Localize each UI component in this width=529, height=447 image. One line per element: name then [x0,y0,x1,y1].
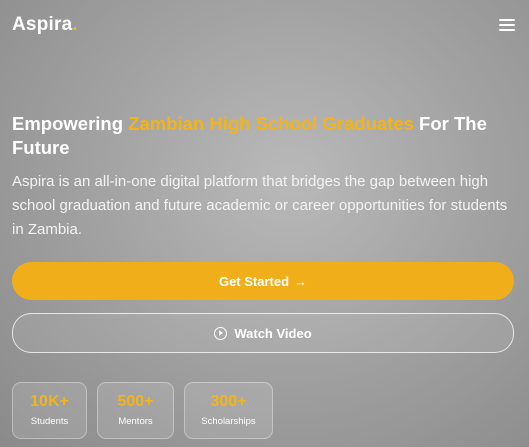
top-bar: Aspira. [12,14,517,38]
stat-label: Mentors [118,416,153,427]
arrow-right-icon: → [294,273,308,289]
hero-title-highlight: Zambian High School Graduates [128,113,414,134]
stat-card-mentors: 500+ Mentors [97,382,174,439]
stat-card-scholarships: 300+ Scholarships [184,382,273,439]
get-started-button[interactable]: Get Started → [12,262,514,300]
stat-label: Scholarships [201,416,256,427]
hero-description: Aspira is an all-in-one digital platform… [12,173,508,238]
stat-value: 10K+ [30,393,69,410]
hero-title-pre: Empowering [12,113,129,134]
get-started-label: Get Started [218,273,290,289]
stat-value: 500+ [117,393,154,410]
hamburger-menu-icon[interactable] [497,17,517,33]
stat-value: 300+ [210,393,247,410]
brand-name: Aspira [12,14,73,35]
watch-video-label: Watch Video [234,325,312,341]
stat-label: Students [30,416,69,427]
stat-card-students: 10K+ Students [12,382,87,439]
play-circle-icon [214,326,228,340]
hero-title: Empowering Zambian High School Graduates… [12,112,512,160]
brand-dot: . [72,14,78,35]
brand-logo[interactable]: Aspira. [12,14,78,36]
watch-video-button[interactable]: Watch Video [12,313,514,353]
